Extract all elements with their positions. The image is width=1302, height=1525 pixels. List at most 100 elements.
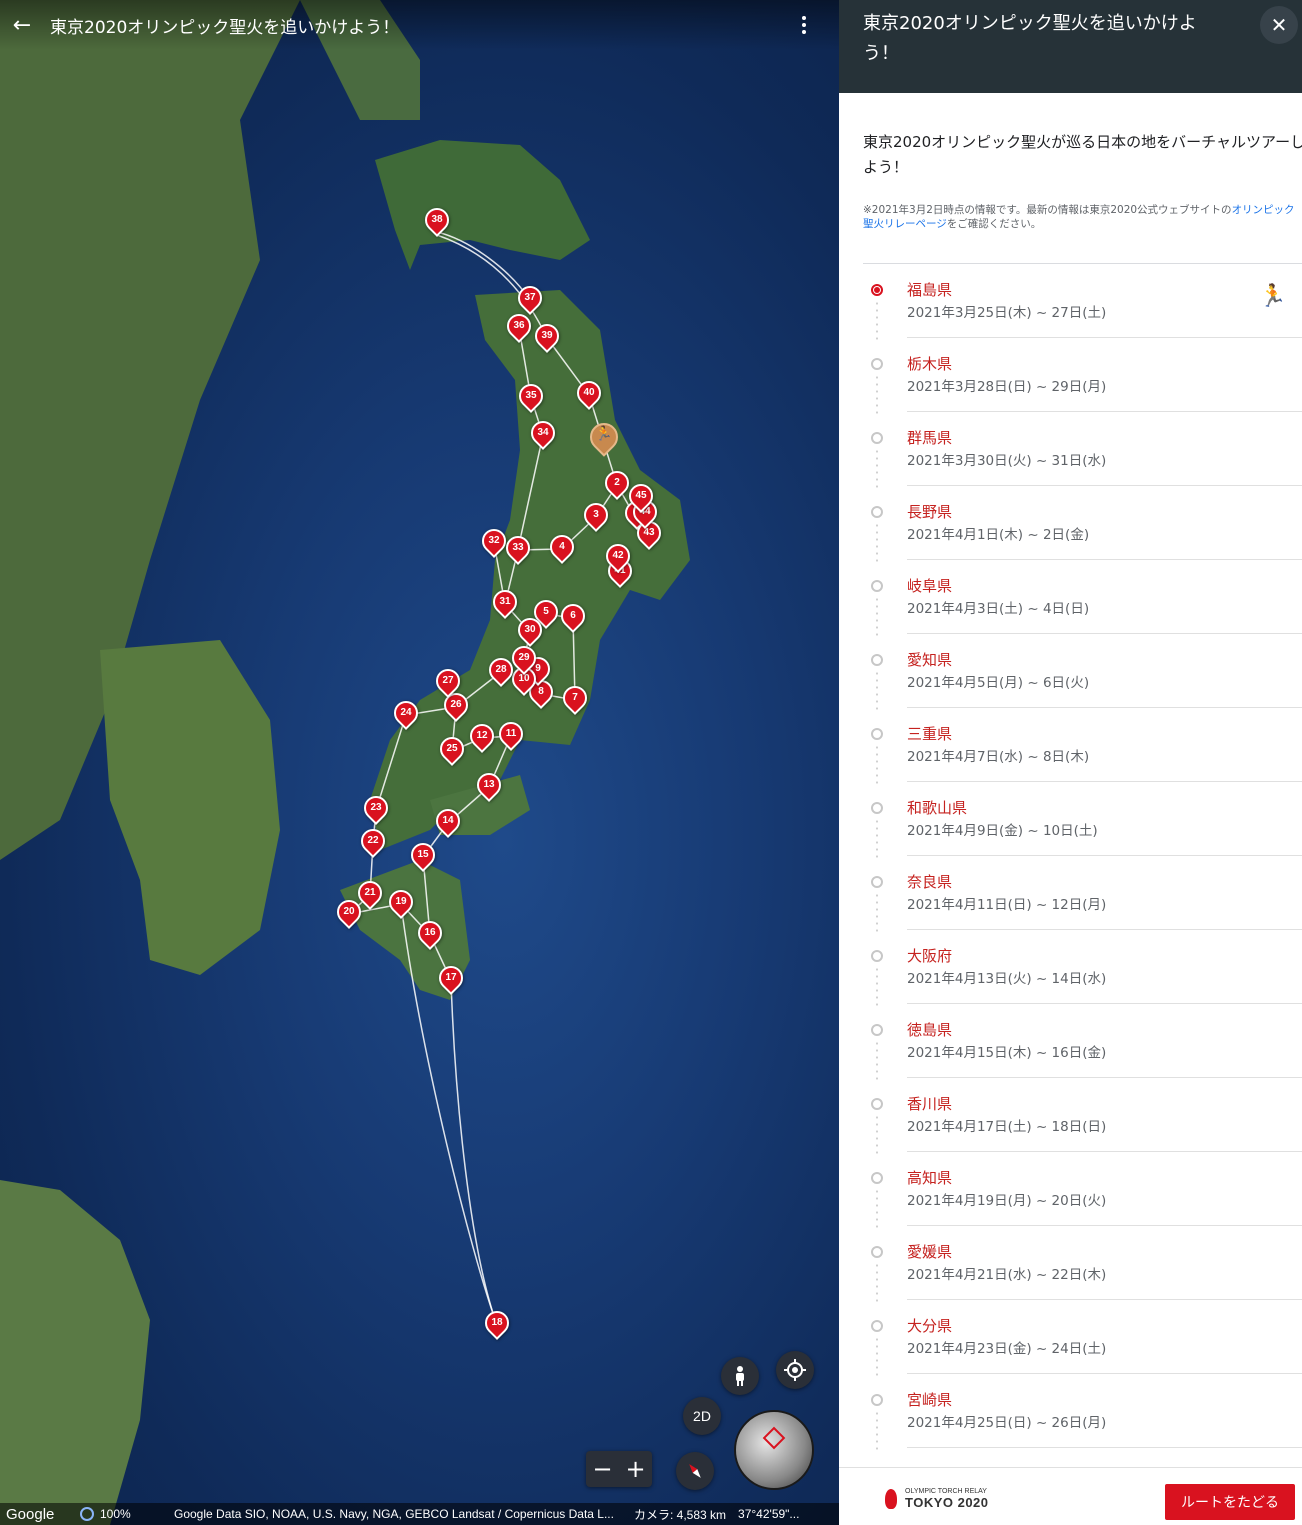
- stop-dates: 2021年4月25日(日) ~ 26日(月): [907, 1415, 1107, 1431]
- follow-route-button[interactable]: ルートをたどる: [1165, 1484, 1295, 1520]
- camera-altitude: カメラ: 4,583 km: [634, 1507, 727, 1522]
- globe-viewport-marker: [762, 1426, 786, 1450]
- pin-number: 36: [513, 320, 525, 331]
- relay-stop-item[interactable]: 群馬県 2021年3月30日(火) ~ 31日(水): [839, 412, 1302, 488]
- relay-stop-pin[interactable]: 6: [556, 599, 590, 634]
- relay-stop-pin[interactable]: 37: [513, 281, 547, 316]
- relay-stop-pin[interactable]: 38: [420, 203, 454, 238]
- timeline-connector: [876, 818, 878, 858]
- relay-stop-item[interactable]: 和歌山県 2021年4月9日(金) ~ 10日(土): [839, 782, 1302, 858]
- app-root: ← 東京2020オリンピック聖火を追いかけよう！ 123456789101112…: [0, 0, 1302, 1525]
- relay-stop-pin[interactable]: 42: [601, 539, 635, 574]
- google-brand: Google: [6, 1505, 55, 1523]
- stop-dates: 2021年4月17日(土) ~ 18日(日): [907, 1119, 1107, 1135]
- relay-stop-pin[interactable]: 22: [356, 824, 390, 859]
- relay-stop-pin[interactable]: 13: [472, 768, 506, 803]
- relay-stop-item[interactable]: 栃木県 2021年3月28日(日) ~ 29日(月): [839, 338, 1302, 414]
- relay-stop-item[interactable]: 三重県 2021年4月7日(水) ~ 8日(木): [839, 708, 1302, 784]
- timeline-connector: [876, 892, 878, 932]
- relay-stop-pin[interactable]: 11: [494, 717, 528, 752]
- pin-number: 21: [364, 887, 376, 898]
- pin-number: 2: [614, 477, 620, 488]
- relay-stop-pin[interactable]: 18: [480, 1306, 514, 1341]
- relay-stop-pin[interactable]: 36: [502, 309, 536, 344]
- relay-stop-item[interactable]: 福島県 2021年3月25日(木) ~ 27日(土) 🏃: [839, 264, 1302, 340]
- relay-stop-pin[interactable]: 2: [600, 466, 634, 501]
- relay-stop-pin[interactable]: 25: [435, 732, 469, 767]
- arrow-back-icon[interactable]: ←: [2, 5, 42, 45]
- relay-stop-pin[interactable]: 29: [507, 641, 541, 676]
- logo-text-big: TOKYO 2020: [905, 1495, 989, 1510]
- timeline-connector: [876, 1410, 878, 1450]
- relay-stop-pin[interactable]: 28: [484, 653, 518, 688]
- relay-stop-pin[interactable]: 45: [624, 479, 658, 514]
- my-location-icon[interactable]: [776, 1351, 814, 1389]
- relay-stop-pin[interactable]: 31: [488, 585, 522, 620]
- timeline-connector: [876, 1336, 878, 1376]
- stop-bullet-icon: [871, 654, 883, 666]
- relay-stop-pin[interactable]: 15: [406, 838, 440, 873]
- stop-name: 群馬県: [907, 429, 953, 447]
- relay-stop-pin[interactable]: 24: [389, 696, 423, 731]
- relay-stop-item[interactable]: 長野県 2021年4月1日(木) ~ 2日(金): [839, 486, 1302, 562]
- relay-stop-item[interactable]: 徳島県 2021年4月15日(木) ~ 16日(金): [839, 1004, 1302, 1080]
- timeline-connector: [876, 966, 878, 1006]
- timeline-connector: [876, 744, 878, 784]
- torch-runner-icon: 🏃: [595, 426, 613, 442]
- timeline-connector: [876, 670, 878, 710]
- relay-stop-pin[interactable]: 3: [579, 498, 613, 533]
- relay-stop-pin[interactable]: 19: [384, 885, 418, 920]
- pin-number: 40: [583, 387, 595, 398]
- globe-overview-icon[interactable]: [734, 1410, 814, 1490]
- relay-stop-pin[interactable]: 40: [572, 376, 606, 411]
- stop-name: 和歌山県: [907, 799, 968, 817]
- map-top-bar: ← 東京2020オリンピック聖火を追いかけよう！: [0, 0, 839, 50]
- pin-number: 18: [491, 1317, 503, 1328]
- relay-stop-item[interactable]: 高知県 2021年4月19日(月) ~ 20日(火): [839, 1152, 1302, 1228]
- zoom-out-button[interactable]: −: [588, 1455, 618, 1483]
- pin-number: 6: [570, 610, 576, 621]
- stop-name: 徳島県: [907, 1021, 953, 1039]
- relay-stop-pin[interactable]: 16: [413, 916, 447, 951]
- pin-number: 7: [572, 692, 578, 703]
- relay-stop-pin[interactable]: 21: [353, 876, 387, 911]
- relay-stop-pin[interactable]: 7: [558, 681, 592, 716]
- relay-stop-pin[interactable]: 39: [530, 319, 564, 354]
- view-2d-toggle[interactable]: 2D: [683, 1397, 721, 1435]
- relay-stop-item[interactable]: 愛媛県 2021年4月21日(水) ~ 22日(木): [839, 1226, 1302, 1302]
- relay-stop-pin[interactable]: 32: [477, 524, 511, 559]
- note-text: ※2021年3月2日時点の情報です。最新の情報は東京2020公式ウェブサイトの: [863, 204, 1232, 216]
- map-attribution[interactable]: Google Data SIO, NOAA, U.S. Navy, NGA, G…: [174, 1507, 624, 1521]
- timeline-connector: [876, 1114, 878, 1154]
- pegman-icon[interactable]: [721, 1357, 759, 1395]
- compass-icon[interactable]: [676, 1452, 714, 1490]
- relay-stop-pin[interactable]: 14: [431, 804, 465, 839]
- stop-bullet-icon: [871, 580, 883, 592]
- relay-stop-item[interactable]: 宮崎県 2021年4月25日(日) ~ 26日(月): [839, 1374, 1302, 1450]
- map-title: 東京2020オリンピック聖火を追いかけよう！: [50, 17, 400, 38]
- relay-stop-item[interactable]: 岐阜県 2021年4月3日(土) ~ 4日(日): [839, 560, 1302, 636]
- relay-stop-pin[interactable]: 30: [513, 613, 547, 648]
- relay-stop-item[interactable]: 奈良県 2021年4月11日(日) ~ 12日(月): [839, 856, 1302, 932]
- torch-runner-marker[interactable]: 🏃: [584, 417, 624, 459]
- pin-number: 11: [505, 728, 517, 739]
- relay-stop-pin[interactable]: 12: [465, 719, 499, 754]
- relay-stop-pin[interactable]: 23: [359, 791, 393, 826]
- close-icon[interactable]: ✕: [1260, 6, 1298, 44]
- timeline-connector: [876, 1040, 878, 1080]
- more-vert-icon[interactable]: [789, 5, 819, 45]
- pin-number: 42: [612, 550, 624, 561]
- relay-stop-item[interactable]: 大分県 2021年4月23日(金) ~ 24日(土): [839, 1300, 1302, 1376]
- relay-stop-pin[interactable]: 33: [501, 531, 535, 566]
- zoom-in-button[interactable]: +: [621, 1455, 651, 1483]
- relay-stop-pin[interactable]: 35: [514, 379, 548, 414]
- relay-stop-pin[interactable]: 34: [526, 416, 560, 451]
- relay-stop-pin[interactable]: 4: [545, 530, 579, 565]
- torch-flame-icon: [885, 1489, 897, 1509]
- relay-stop-item[interactable]: 愛知県 2021年4月5日(月) ~ 6日(火): [839, 634, 1302, 710]
- relay-stop-pin[interactable]: 17: [434, 961, 468, 996]
- map-view[interactable]: ← 東京2020オリンピック聖火を追いかけよう！ 123456789101112…: [0, 0, 839, 1525]
- relay-stop-item[interactable]: 大阪府 2021年4月13日(火) ~ 14日(水): [839, 930, 1302, 1006]
- relay-stop-item[interactable]: 香川県 2021年4月17日(土) ~ 18日(日): [839, 1078, 1302, 1154]
- relay-stop-pin[interactable]: 27: [431, 664, 465, 699]
